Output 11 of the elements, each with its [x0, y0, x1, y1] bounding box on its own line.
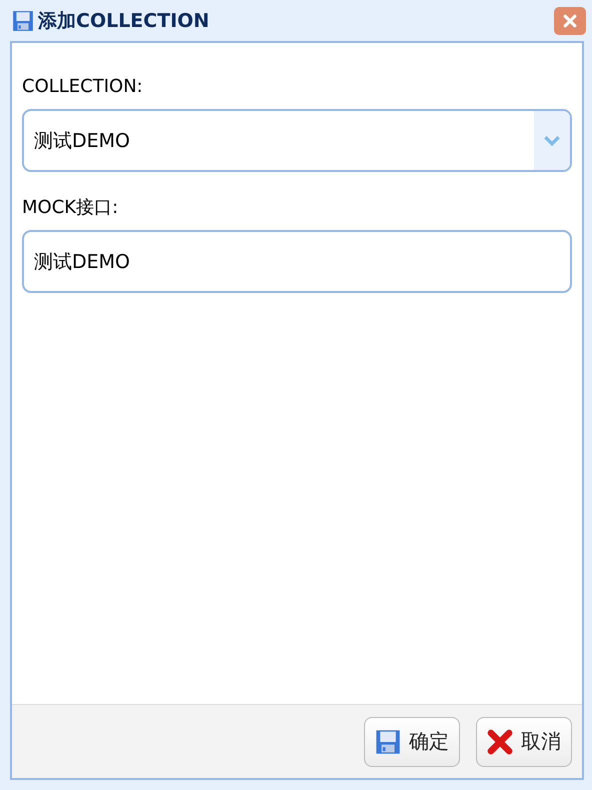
field-label: COLLECTION:	[22, 75, 144, 99]
close-icon	[562, 12, 578, 28]
field-label: MOCK接口:	[22, 196, 120, 220]
window-title: 添加COLLECTION	[38, 8, 210, 34]
input-field[interactable]: 测试DEMO	[22, 230, 572, 293]
chevron-down-icon	[543, 135, 561, 146]
collection-select[interactable]: 测试DEMO	[22, 109, 572, 172]
cancel-button[interactable]: 取消	[476, 716, 572, 766]
confirm-button[interactable]: 确定	[364, 716, 460, 766]
close-button[interactable]	[554, 6, 586, 34]
close-icon	[487, 728, 513, 754]
